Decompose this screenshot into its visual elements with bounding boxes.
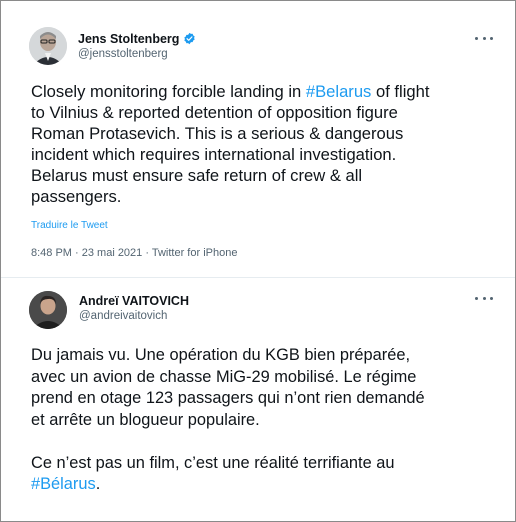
- tweet-text: Closely monitoring forcible landing in #…: [31, 81, 501, 207]
- avatar-photo: [29, 291, 67, 329]
- tweet-text-line: Du jamais vu. Une opération du KGB bien …: [31, 346, 411, 364]
- tweet-text-line: Belarus must ensure safe return of crew …: [31, 166, 363, 185]
- tweet-text-line: prend en otage 123 passagers qui n’ont r…: [31, 389, 425, 407]
- tweet-text-line: incident which requires international in…: [31, 145, 397, 164]
- tweet-text-line: to Vilnius & reported detention of oppos…: [31, 103, 398, 122]
- tweet-text-line: [31, 431, 501, 453]
- tweet-card[interactable]: Andreï VAITOVICH @andreivaitovich Du jam…: [1, 278, 515, 521]
- verified-badge-icon: [184, 32, 196, 45]
- author-handle[interactable]: @andreivaitovich: [79, 310, 167, 322]
- translate-tweet-link[interactable]: Traduire le Tweet: [31, 220, 108, 231]
- tweet-text-line: Closely monitoring forcible landing in #…: [31, 82, 430, 101]
- tweet-card[interactable]: Jens Stoltenberg @jensstoltenberg Closel…: [1, 1, 515, 277]
- hashtag-link[interactable]: #Belarus: [306, 82, 372, 101]
- hashtag-link[interactable]: #Bélarus: [31, 475, 96, 493]
- more-options-icon[interactable]: [475, 33, 493, 43]
- screenshot-frame: Jens Stoltenberg @jensstoltenberg Closel…: [0, 0, 516, 522]
- author-name[interactable]: Andreï VAITOVICH: [79, 294, 189, 308]
- tweet-text-line: #Bélarus.: [31, 475, 101, 493]
- tweet-text-line: avec un avion de chasse MiG-29 mobilisé.…: [31, 367, 417, 386]
- author-name[interactable]: Jens Stoltenberg: [78, 32, 196, 46]
- avatar-photo: [29, 27, 67, 65]
- tweet-text-line: passengers.: [31, 187, 122, 206]
- tweet-text: Du jamais vu. Une opération du KGB bien …: [31, 345, 501, 496]
- tweet-text-line: et arrête un blogueur populaire.: [31, 410, 260, 429]
- tweet-timestamp[interactable]: 8:48 PM · 23 mai 2021 · Twitter for iPho…: [31, 247, 237, 259]
- author-name-text: Jens Stoltenberg: [78, 32, 180, 46]
- avatar[interactable]: [29, 291, 67, 329]
- author-handle[interactable]: @jensstoltenberg: [78, 48, 168, 60]
- tweet-text-line: Roman Protasevich. This is a serious & d…: [31, 124, 404, 143]
- tweet-text-line: Ce n’est pas un film, c’est une réalité …: [31, 453, 395, 472]
- avatar[interactable]: [29, 27, 67, 65]
- more-options-icon[interactable]: [475, 293, 493, 303]
